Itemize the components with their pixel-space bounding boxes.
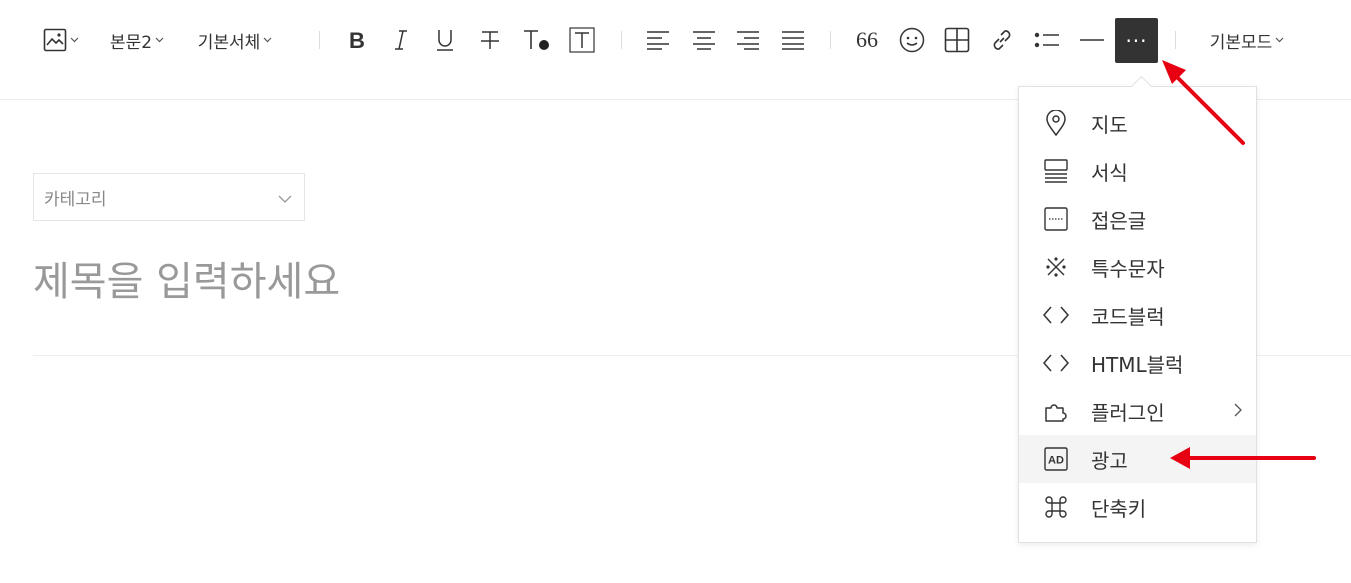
bold-icon: B [347,29,367,51]
mode-label: 기본모드 [1209,32,1273,53]
menu-item-code-block[interactable]: 코드블럭 [1019,291,1256,339]
fold-text-icon [1043,206,1069,232]
menu-item-special-char[interactable]: 특수문자 [1019,243,1256,291]
italic-button[interactable] [384,22,418,58]
paragraph-style-select[interactable]: 본문2 [104,22,170,58]
underline-button[interactable] [428,22,462,58]
menu-item-label: 특수문자 [1091,256,1165,281]
bold-button[interactable]: B [340,22,374,58]
menu-item-label: 플러그인 [1091,400,1165,425]
link-icon [989,27,1015,53]
list-button[interactable] [1030,22,1064,58]
emoticon-button[interactable] [895,22,929,58]
text-background-icon [569,27,595,53]
category-select[interactable]: 카테고리 [33,173,305,221]
align-left-button[interactable] [642,22,674,58]
menu-item-map[interactable]: 지도 [1019,99,1256,147]
chevron-down-icon [278,188,292,207]
font-family-label: 기본서체 [197,32,261,53]
template-icon [1043,158,1069,184]
align-center-button[interactable] [688,22,720,58]
menu-item-label: 서식 [1091,160,1128,185]
paragraph-style-label: 본문2 [109,32,153,53]
quote-button[interactable]: 66 [850,22,884,58]
menu-item-ad[interactable]: AD 광고 [1019,435,1256,483]
chevron-down-icon [1275,37,1284,43]
image-icon [43,28,67,52]
special-char-icon [1043,254,1069,280]
chevron-right-icon [1234,402,1242,421]
strikethrough-icon [479,29,501,51]
toolbar-divider [1175,31,1176,49]
plugin-icon [1043,398,1069,424]
menu-item-template[interactable]: 서식 [1019,147,1256,195]
menu-item-label: 단축키 [1091,496,1147,521]
menu-item-label: HTML블럭 [1091,352,1184,377]
italic-icon [392,29,410,51]
chevron-down-icon [263,37,272,43]
font-family-select[interactable]: 기본서체 [190,22,280,58]
horizontal-rule-icon [1079,38,1105,42]
align-right-button[interactable] [732,22,764,58]
menu-item-html-block[interactable]: HTML블럭 [1019,339,1256,387]
more-menu: 지도 서식 접은글 특수문자 코드블럭 HTML블럭 플러그인 AD 광고 단축… [1018,86,1257,543]
menu-item-label: 광고 [1091,448,1128,473]
chevron-down-icon [155,37,164,43]
menu-item-fold-text[interactable]: 접은글 [1019,195,1256,243]
smiley-icon [899,27,925,53]
menu-item-label: 지도 [1091,112,1128,137]
chevron-down-icon [70,37,79,43]
align-justify-button[interactable] [777,22,809,58]
underline-icon [435,28,455,52]
align-justify-icon [781,30,805,50]
text-color-button[interactable] [518,22,554,58]
command-key-icon [1043,494,1069,520]
align-right-icon [736,30,760,50]
html-code-icon [1043,350,1069,376]
table-button[interactable] [940,22,974,58]
align-left-icon [646,30,670,50]
text-background-button[interactable] [565,22,599,58]
strikethrough-button[interactable] [473,22,507,58]
align-center-icon [692,30,716,50]
link-button[interactable] [985,22,1019,58]
ad-icon: AD [1043,446,1069,472]
menu-item-label: 코드블럭 [1091,304,1165,329]
toolbar-divider [621,31,622,49]
mode-select[interactable]: 기본모드 [1200,22,1294,58]
category-label: 카테고리 [44,189,107,210]
svg-text:B: B [349,29,365,51]
toolbar-divider [319,31,320,49]
bullet-list-icon [1034,30,1060,50]
menu-item-shortcuts[interactable]: 단축키 [1019,483,1256,531]
title-input[interactable]: 제목을 입력하세요 [33,252,1033,312]
toolbar-divider [830,31,831,49]
text-color-icon [521,28,551,52]
more-dots-icon: ··· [1125,28,1148,53]
map-pin-icon [1043,110,1069,136]
horizontal-line-button[interactable] [1075,22,1109,58]
quote-icon: 66 [856,27,878,52]
image-insert-button[interactable] [40,22,82,58]
table-icon [944,27,970,53]
more-button[interactable]: ··· [1115,18,1158,63]
menu-item-label: 접은글 [1091,208,1147,233]
menu-item-plugin[interactable]: 플러그인 [1019,387,1256,435]
svg-text:AD: AD [1048,455,1064,467]
code-icon [1043,302,1069,328]
